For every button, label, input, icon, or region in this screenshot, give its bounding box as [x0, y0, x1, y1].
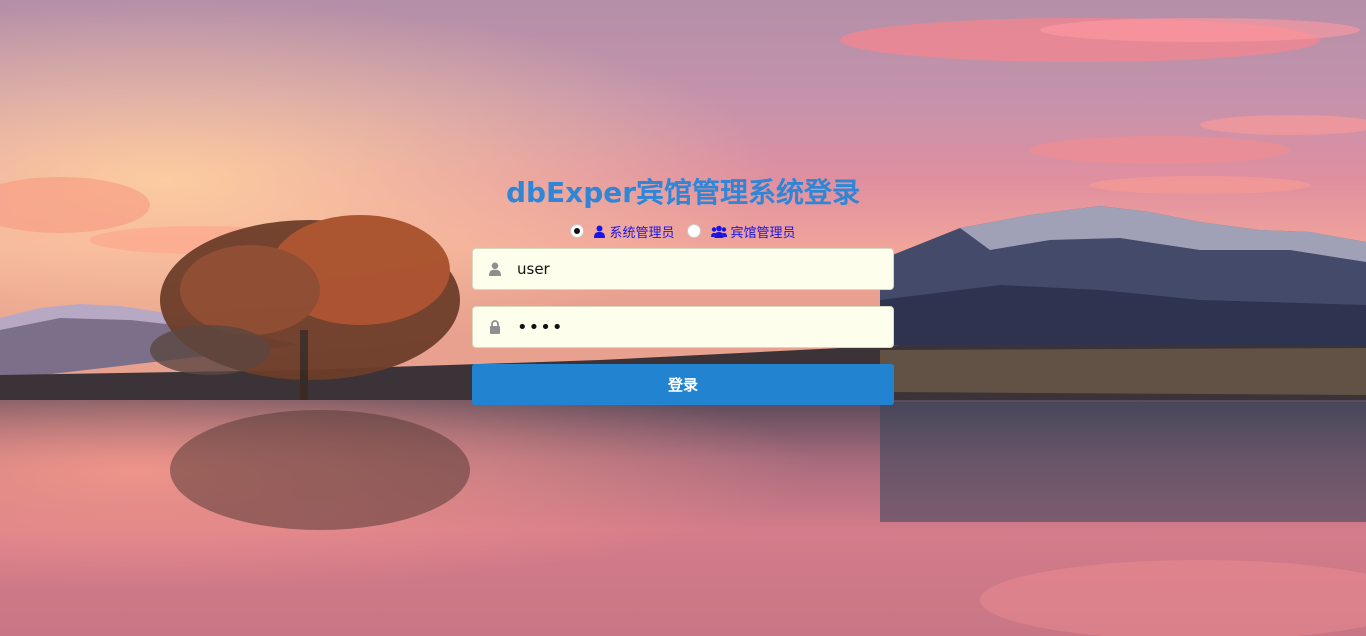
role-option-system-admin[interactable]: 系统管理员 [570, 222, 675, 241]
role-label-system-admin: 系统管理员 [609, 225, 675, 241]
login-button[interactable]: 登录 [472, 364, 894, 405]
role-selector: 系统管理员 宾馆管理员 [472, 217, 894, 245]
login-panel: dbExper宾馆管理系统登录 系统管理员 宾馆管理员 登录 [472, 170, 894, 405]
password-input[interactable] [517, 308, 893, 346]
role-option-hotel-admin[interactable]: 宾馆管理员 [686, 222, 796, 241]
role-radio-system-admin[interactable] [570, 224, 585, 238]
user-icon [473, 262, 517, 276]
password-field [472, 306, 894, 348]
role-radio-hotel-admin[interactable] [686, 224, 701, 238]
users-icon [710, 225, 727, 238]
page-title: dbExper宾馆管理系统登录 [505, 176, 861, 209]
role-label-hotel-admin: 宾馆管理员 [730, 225, 796, 241]
username-input[interactable] [517, 250, 893, 288]
user-icon [594, 225, 606, 238]
username-field [472, 248, 894, 290]
lock-icon [473, 320, 517, 334]
